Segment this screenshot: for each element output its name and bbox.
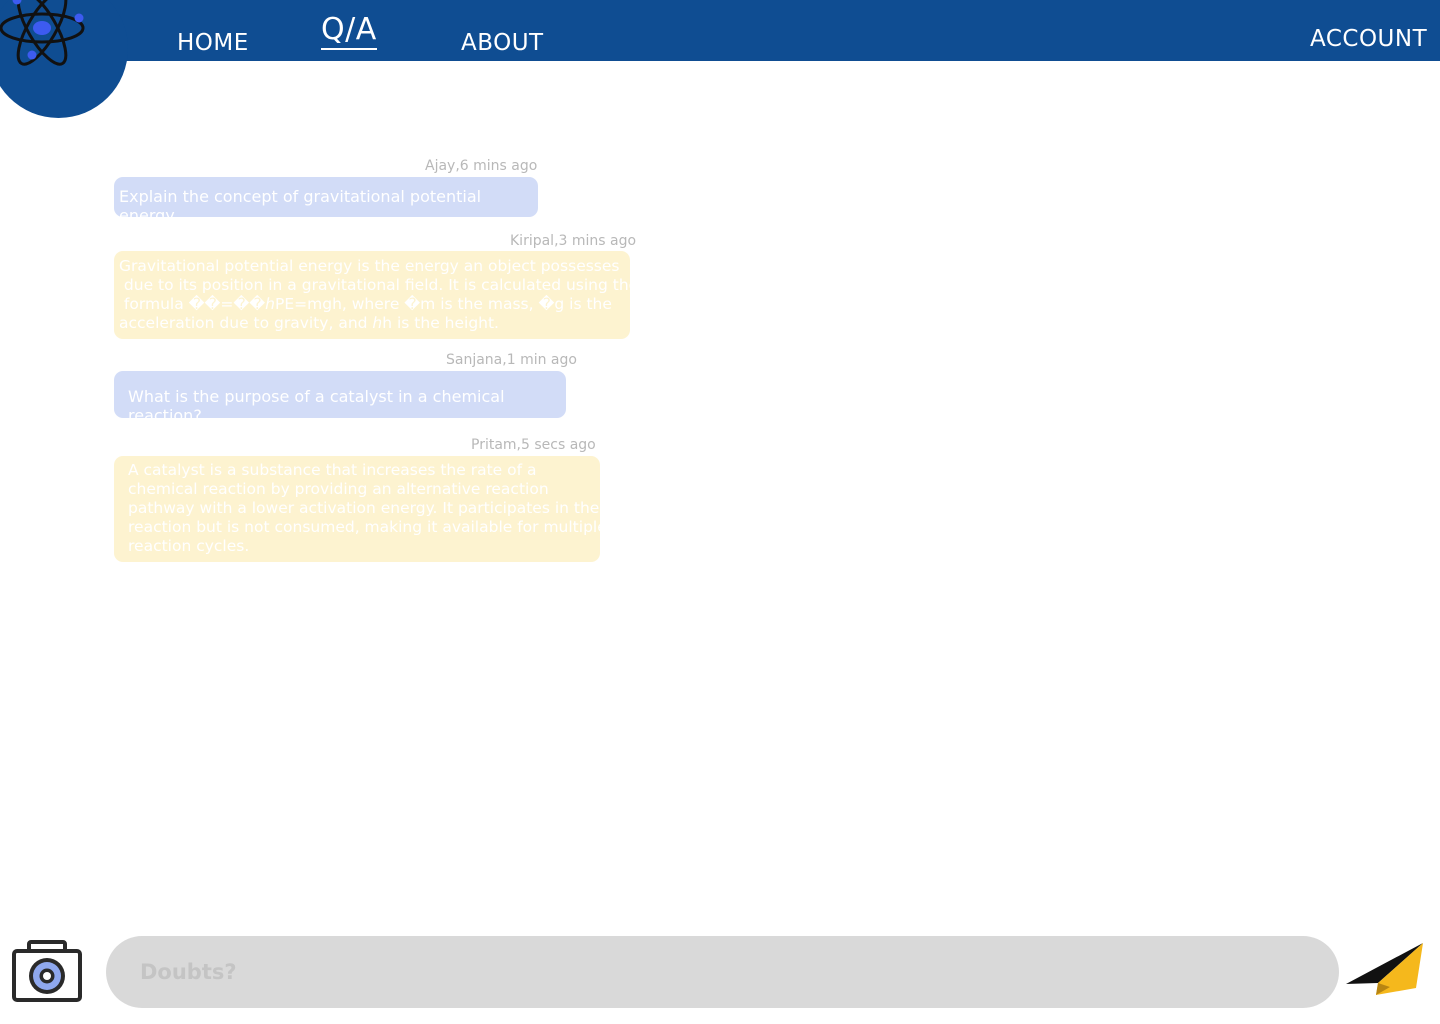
answer-line: pathway with a lower activation energy. … [128, 499, 600, 517]
question-text: Explain the concept of gravitational pot… [119, 187, 482, 225]
nav-about-link[interactable]: ABOUT [461, 30, 544, 56]
answer-line: reaction cycles. [128, 537, 250, 555]
answer-line: A catalyst is a substance that increases… [128, 461, 537, 479]
camera-button[interactable] [11, 940, 83, 1004]
answer-line: reaction but is not consumed, making it … [128, 518, 607, 536]
answer-line: chemical reaction by providing an altern… [128, 480, 549, 498]
question-bubble: Explain the concept of gravitational pot… [114, 177, 538, 225]
answer-line: due to its position in a gravitational f… [119, 276, 639, 294]
question-text: What is the purpose of a catalyst in a c… [128, 387, 505, 425]
logo-badge[interactable] [0, 0, 128, 118]
atom-icon [0, 0, 85, 66]
answer-bubble: Gravitational potential energy is the en… [114, 251, 639, 339]
nav-account-link[interactable]: ACCOUNT [1310, 26, 1427, 52]
answer-line: Gravitational potential energy is the en… [119, 257, 620, 275]
doubt-input[interactable] [106, 936, 1339, 1008]
message-author-time: Sanjana,1 min ago [446, 352, 577, 368]
message-author-time: Ajay,6 mins ago [425, 158, 538, 174]
nav-home-link[interactable]: HOME [177, 30, 249, 56]
camera-icon [12, 940, 82, 1002]
question-bubble: What is the purpose of a catalyst in a c… [114, 371, 566, 425]
message-author-time: Pritam,5 secs ago [471, 437, 596, 453]
answer-line: acceleration due to gravity, and ℎh is t… [119, 314, 499, 332]
paper-plane-icon [1346, 943, 1423, 995]
answer-bubble: A catalyst is a substance that increases… [114, 456, 607, 562]
answer-line: formula ��=��ℎPE=mgh, where �m is the ma… [119, 295, 612, 313]
message-author-time: Kiripal,3 mins ago [510, 233, 637, 249]
send-button[interactable] [1344, 941, 1424, 997]
nav-qa-link[interactable]: Q/A [321, 12, 377, 50]
